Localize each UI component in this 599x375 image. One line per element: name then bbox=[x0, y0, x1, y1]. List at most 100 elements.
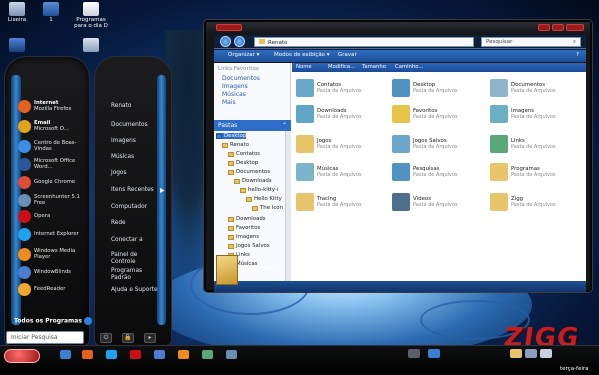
start-link-games[interactable]: Jogos bbox=[111, 170, 127, 177]
quick-launch-icon[interactable] bbox=[82, 350, 93, 359]
organize-button[interactable]: Organizar ▾ bbox=[228, 52, 259, 58]
favorite-link[interactable]: Mais bbox=[214, 99, 290, 107]
pinned-item[interactable]: Internet Mozilla Firefox bbox=[18, 96, 84, 116]
tree-item[interactable]: Contatos bbox=[228, 151, 260, 157]
start-search-input[interactable]: Iniciar Pesquisa bbox=[6, 331, 84, 344]
quick-launch-icon[interactable] bbox=[226, 350, 237, 359]
pinned-item[interactable]: FeedReader bbox=[18, 279, 84, 299]
views-button[interactable]: Modos de exibição ▾ bbox=[274, 52, 330, 58]
forward-button[interactable] bbox=[234, 36, 245, 47]
tree-item[interactable]: Hello Kitty bbox=[246, 196, 282, 202]
desktop-icon-programs[interactable]: Programas para o dia D bbox=[70, 2, 112, 29]
start-link-computer[interactable]: Computador bbox=[111, 204, 147, 211]
tree-item[interactable]: The Icon bbox=[252, 205, 283, 211]
burn-button[interactable]: Gravar bbox=[338, 52, 357, 58]
desktop-icon-recycle-bin[interactable]: Lixeira bbox=[0, 2, 34, 23]
tree-item[interactable]: hello-kitty-i bbox=[240, 187, 278, 193]
file-item[interactable]: Desktop Pasta de Arquivos bbox=[392, 77, 482, 99]
folder-icon bbox=[228, 225, 234, 231]
tree-item[interactable]: Documentos bbox=[228, 169, 270, 175]
tree-item[interactable]: Favoritos bbox=[228, 225, 260, 231]
address-field[interactable]: Renato bbox=[254, 37, 474, 47]
tree-item[interactable]: Desktop bbox=[216, 133, 247, 139]
tray-icon[interactable] bbox=[510, 349, 522, 358]
tree-item[interactable]: Jogos Salvos bbox=[228, 243, 270, 249]
shutdown-options-button[interactable]: ▸ bbox=[144, 333, 156, 343]
desktop-icon-network[interactable] bbox=[0, 38, 34, 52]
all-programs-link[interactable]: Todos os Programas bbox=[14, 317, 93, 325]
item-name: Tracing bbox=[317, 195, 337, 202]
tree-item[interactable]: Downloads bbox=[228, 216, 266, 222]
help-icon[interactable]: ? bbox=[576, 52, 579, 58]
tree-item[interactable]: Downloads bbox=[234, 178, 272, 184]
tree-item[interactable]: Imagens bbox=[228, 234, 259, 240]
close-button[interactable] bbox=[566, 24, 584, 31]
start-link-connect[interactable]: Conectar a bbox=[111, 237, 143, 244]
start-link-network[interactable]: Rede bbox=[111, 220, 126, 227]
back-button[interactable] bbox=[220, 36, 231, 47]
clock-day[interactable]: terça-feira bbox=[560, 366, 589, 372]
start-link-music[interactable]: Músicas bbox=[111, 154, 134, 161]
file-item[interactable]: Vídeos Pasta de Arquivos bbox=[392, 191, 482, 213]
start-button[interactable] bbox=[4, 349, 40, 363]
quick-launch-icon[interactable] bbox=[178, 350, 189, 359]
column-header-path[interactable]: Caminho... bbox=[395, 64, 424, 70]
start-link-documents[interactable]: Documentos bbox=[111, 122, 148, 129]
quick-launch-icon[interactable] bbox=[154, 350, 165, 359]
file-item[interactable]: Documentos Pasta de Arquivos bbox=[490, 77, 580, 99]
file-item[interactable]: Downloads Pasta de Arquivos bbox=[296, 103, 386, 125]
desktop-icon-misc[interactable] bbox=[70, 38, 112, 52]
pinned-item[interactable]: Email Microsoft O... bbox=[18, 116, 84, 136]
favorite-link[interactable]: Músicas bbox=[214, 91, 290, 99]
start-link-recent[interactable]: Itens Recentes bbox=[111, 187, 154, 194]
maximize-button[interactable] bbox=[552, 24, 564, 31]
start-link-control-panel[interactable]: Painel de Controle bbox=[111, 252, 155, 265]
file-item[interactable]: Jogos Salvos Pasta de Arquivos bbox=[392, 133, 482, 155]
tray-icon[interactable] bbox=[408, 349, 420, 358]
column-header-modified[interactable]: Modifica... bbox=[328, 64, 355, 70]
file-item[interactable]: Favoritos Pasta de Arquivos bbox=[392, 103, 482, 125]
folders-header[interactable]: Pastas ⌃ bbox=[214, 120, 291, 131]
file-item[interactable]: Tracing Pasta de Arquivos bbox=[296, 191, 386, 213]
file-item[interactable]: Programas Pasta de Arquivos bbox=[490, 161, 580, 183]
quick-launch-icon[interactable] bbox=[202, 350, 213, 359]
file-item[interactable]: Jogos Pasta de Arquivos bbox=[296, 133, 386, 155]
pinned-item[interactable]: Centro de Boas-Vindas bbox=[18, 136, 84, 156]
tree-item[interactable]: Renato bbox=[222, 142, 249, 148]
search-input[interactable]: Pesquisar ⌕ bbox=[481, 37, 581, 47]
title-bar[interactable] bbox=[206, 22, 590, 34]
pinned-item[interactable]: Microsoft Office Word... bbox=[18, 154, 84, 174]
column-header-name[interactable]: Nome bbox=[296, 64, 312, 70]
start-link-pictures[interactable]: Imagens bbox=[111, 138, 136, 145]
tray-icon[interactable] bbox=[428, 349, 440, 358]
file-item[interactable]: Links Pasta de Arquivos bbox=[490, 133, 580, 155]
file-item[interactable]: Imagens Pasta de Arquivos bbox=[490, 103, 580, 125]
file-item[interactable]: Músicas Pasta de Arquivos bbox=[296, 161, 386, 183]
pinned-item[interactable]: Google Chrome bbox=[18, 172, 84, 192]
file-item[interactable]: Pesquisas Pasta de Arquivos bbox=[392, 161, 482, 183]
start-link-default-programs[interactable]: Programas Padrão bbox=[111, 268, 155, 281]
desktop-icon-computer[interactable]: 1 bbox=[34, 2, 68, 23]
window-logo-button[interactable] bbox=[216, 24, 242, 31]
start-link-user[interactable]: Renato bbox=[111, 103, 131, 110]
pinned-item[interactable]: Internet Explorer bbox=[18, 224, 84, 244]
pinned-item[interactable]: Windows Media Player bbox=[18, 244, 84, 264]
column-header-size[interactable]: Tamanho bbox=[362, 64, 386, 70]
lock-button[interactable]: 🔒 bbox=[122, 333, 134, 343]
tree-item[interactable]: Desktop bbox=[228, 160, 258, 166]
quick-launch-icon[interactable] bbox=[130, 350, 141, 359]
item-type: Pasta de Arquivos bbox=[413, 144, 458, 150]
tree-scrollbar[interactable] bbox=[285, 131, 291, 281]
quick-launch-icon[interactable] bbox=[60, 350, 71, 359]
network-icon[interactable] bbox=[525, 349, 537, 358]
minimize-button[interactable] bbox=[538, 24, 550, 31]
quick-launch-icon[interactable] bbox=[106, 350, 117, 359]
power-button[interactable]: ⏻ bbox=[100, 333, 112, 343]
favorite-link[interactable]: Documentos bbox=[214, 75, 290, 83]
file-item[interactable]: Zigg Pasta de Arquivos bbox=[490, 191, 580, 213]
volume-icon[interactable] bbox=[540, 349, 552, 358]
favorite-link[interactable]: Imagens bbox=[214, 83, 290, 91]
pinned-item[interactable]: Opera bbox=[18, 206, 84, 226]
file-item[interactable]: Contatos Pasta de Arquivos bbox=[296, 77, 386, 99]
start-link-help[interactable]: Ajuda e Suporte bbox=[111, 287, 158, 294]
